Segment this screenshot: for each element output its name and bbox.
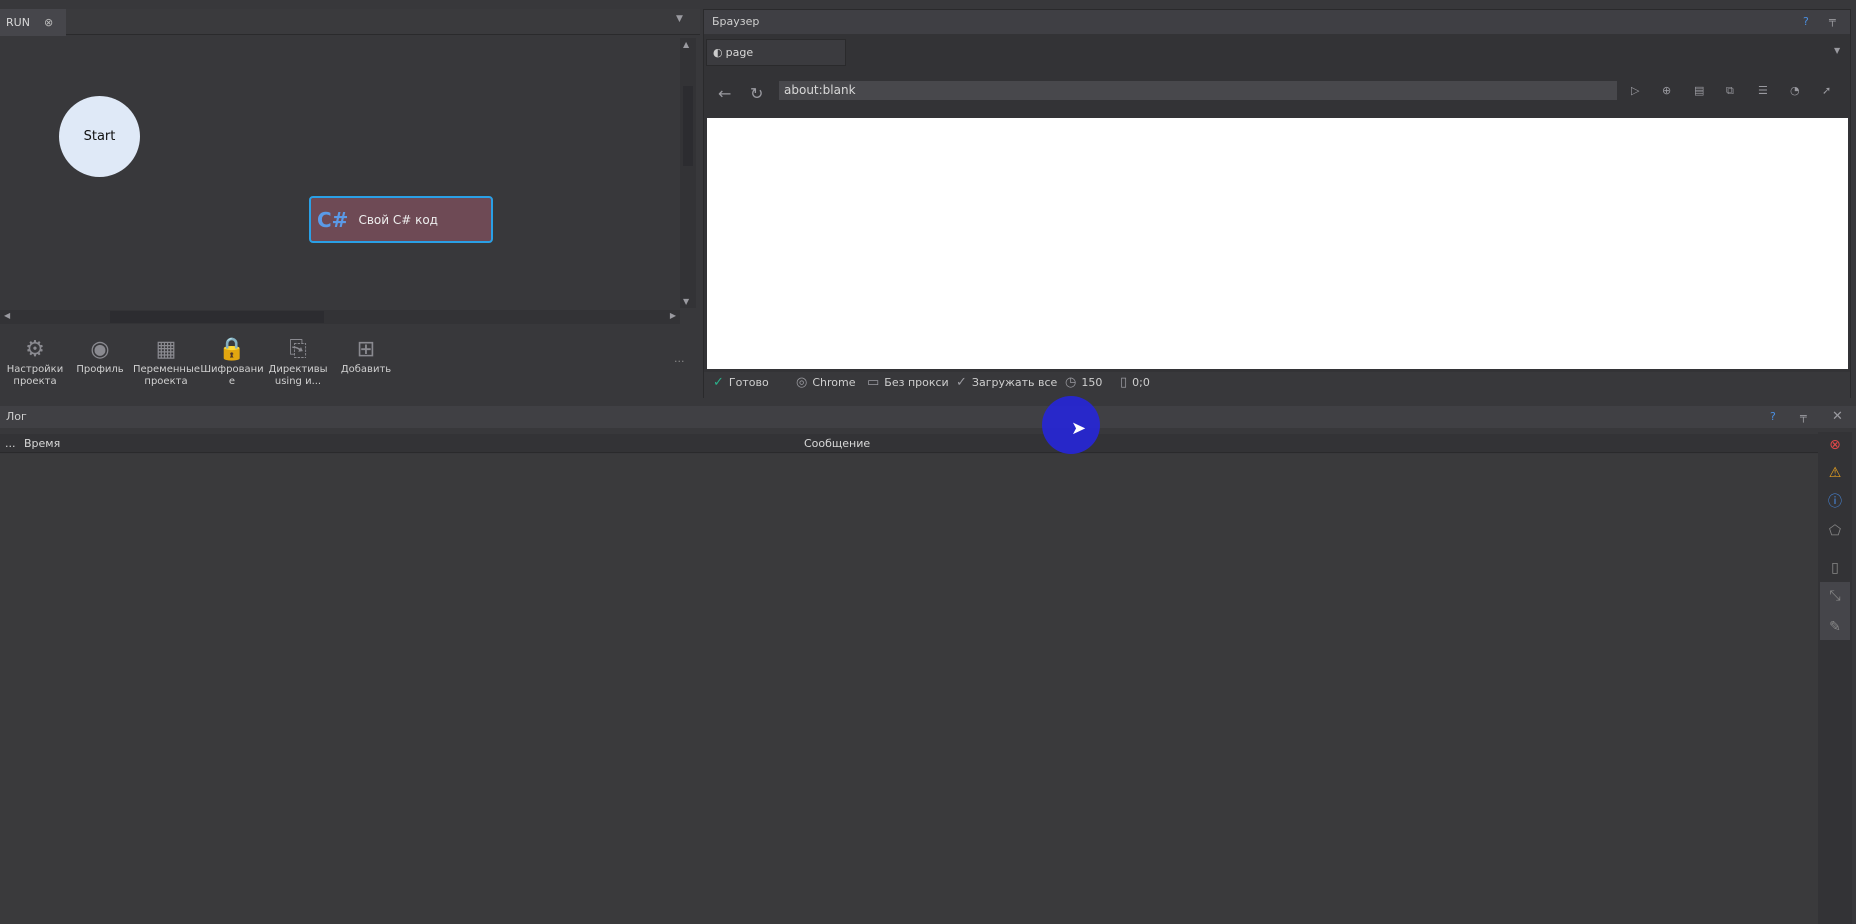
monitor-icon: ▭	[867, 375, 880, 390]
col-message[interactable]: Сообщение	[804, 437, 870, 450]
toolbar-button-3[interactable]: 🔒 Шифровани е	[199, 336, 265, 388]
pin-icon[interactable]: ╤	[1829, 14, 1836, 27]
toolbar-label: Переменные проекта	[133, 364, 200, 387]
log-column-header: ... Время Сообщение	[0, 434, 1818, 453]
expand-icon[interactable]: ⤡	[1820, 583, 1850, 609]
toolbar-label: Настройки проекта	[6, 364, 64, 387]
csharp-node-label: Свой C# код	[358, 212, 438, 227]
toolbar-label: Директивы using и...	[268, 364, 328, 387]
toolbar-button-1[interactable]: ◉ Профиль	[67, 336, 133, 376]
web-view[interactable]	[707, 118, 1848, 369]
browser-title: Браузер	[712, 15, 760, 28]
toolbar-button-5[interactable]: ⊞ Добавить	[333, 336, 399, 376]
globe-icon: ◐	[713, 46, 723, 59]
profile-icon: ◉	[90, 337, 110, 362]
scroll-lock-icon[interactable]: ▯	[1820, 555, 1850, 581]
document-icon[interactable]: ▤	[1694, 84, 1704, 97]
pointer-icon[interactable]: ➚	[1822, 84, 1831, 97]
status-timeout[interactable]: ◷ 150	[1065, 375, 1102, 390]
horizontal-scrollbar[interactable]: ◀ ▶	[0, 310, 680, 324]
more-button[interactable]: ...	[674, 352, 685, 365]
browser-header: Браузер	[704, 10, 1850, 34]
tab-page[interactable]: ◐ page	[706, 39, 846, 66]
status-ready: ✓ Готово	[713, 375, 769, 390]
tag-filter-icon[interactable]: ⬠	[1820, 518, 1850, 544]
tab-bar	[0, 9, 700, 35]
toolbar-button-0[interactable]: ⚙ Настройки проекта	[2, 336, 68, 388]
chrome-icon: ◎	[796, 375, 808, 390]
mouse-cursor-icon: ➤	[1071, 418, 1087, 439]
log-list[interactable]	[0, 454, 1818, 924]
info-filter-icon[interactable]: ⓘ	[1820, 488, 1850, 514]
status-engine[interactable]: ◎ Chrome	[796, 375, 856, 390]
check-icon: ✓	[956, 375, 967, 390]
project-panel: RUN ⊗ ▼ ▲ ▼ ◀ ▶ Start C# Свой C# код ⚙ На…	[0, 0, 700, 398]
tab-run-label: RUN	[6, 16, 30, 29]
log-help-icon[interactable]: ?	[1770, 410, 1776, 423]
play-icon[interactable]: ▷	[1631, 84, 1639, 97]
toolbar-label: Шифровани е	[200, 364, 264, 387]
log-pin-icon[interactable]: ╤	[1800, 410, 1807, 423]
status-coords: ▯ 0;0	[1120, 375, 1150, 390]
gear-icon: ⚙	[25, 337, 45, 362]
tab-page-label: page	[725, 46, 754, 59]
grid-icon: ▦	[155, 337, 177, 362]
log-header: Лог	[0, 406, 1856, 428]
error-filter-icon[interactable]: ⊗	[1820, 432, 1850, 458]
start-node-label: Start	[83, 129, 116, 144]
status-proxy[interactable]: ▭ Без прокси	[867, 375, 949, 390]
mouse-icon: ▯	[1120, 375, 1128, 390]
help-icon[interactable]: ?	[1803, 15, 1809, 28]
tabs-dropdown-icon[interactable]: ▼	[1834, 46, 1840, 55]
tab-run[interactable]: RUN ⊗	[0, 9, 66, 36]
url-text: about:blank	[784, 83, 856, 97]
col-time[interactable]: Время	[24, 437, 60, 450]
log-close-icon[interactable]: ✕	[1832, 409, 1843, 424]
warning-filter-icon[interactable]: ⚠	[1820, 460, 1850, 486]
puzzle-icon[interactable]: ⧉	[1726, 84, 1734, 98]
toolbar-label: Добавить	[340, 364, 392, 375]
col-dots[interactable]: ...	[5, 437, 16, 450]
toolbar-button-4[interactable]: ⎘ Директивы using и...	[265, 336, 331, 388]
chevron-down-icon[interactable]: ▼	[676, 14, 683, 24]
check-circle-icon: ✓	[713, 375, 724, 390]
status-load[interactable]: ✓ Загружать все	[956, 375, 1057, 390]
toolbar-button-2[interactable]: ▦ Переменные проекта	[133, 336, 200, 388]
clear-log-icon[interactable]: ✎	[1820, 614, 1850, 640]
log-title: Лог	[6, 410, 27, 423]
start-node[interactable]: Start	[59, 96, 140, 177]
clock-icon: ◷	[1065, 375, 1077, 390]
vertical-scrollbar[interactable]: ▲ ▼	[680, 38, 696, 308]
storage-icon[interactable]: ☰	[1758, 84, 1768, 97]
reload-icon[interactable]: ↻	[750, 84, 763, 103]
cookie-icon[interactable]: ◔	[1790, 84, 1800, 97]
add-icon: ⊞	[356, 337, 376, 362]
add-circle-icon[interactable]: ⊕	[1662, 84, 1671, 97]
code-file-icon: ⎘	[289, 337, 307, 362]
csharp-node[interactable]: C# Свой C# код	[309, 196, 493, 243]
url-input[interactable]: about:blank	[779, 81, 1617, 100]
back-icon[interactable]: ←	[718, 84, 731, 103]
csharp-icon: C#	[317, 207, 349, 232]
close-icon[interactable]: ⊗	[44, 16, 53, 29]
toolbar-label: Профиль	[76, 364, 124, 375]
browser-panel: Браузер ? ╤ ◐ page ▼ ← ↻ about:blank ▷ ⊕…	[703, 9, 1851, 398]
lock-icon: 🔒	[218, 337, 246, 362]
